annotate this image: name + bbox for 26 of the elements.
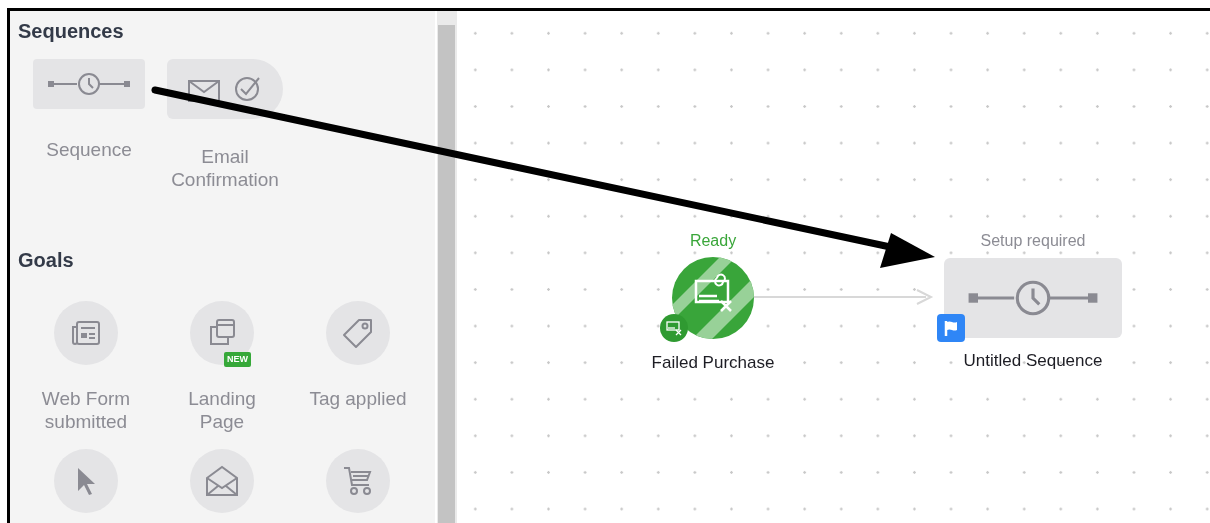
node-status: Ready — [689, 231, 737, 251]
scrollbar[interactable] — [437, 11, 457, 523]
clock-connector-icon — [47, 72, 131, 96]
sequence-tile[interactable] — [33, 59, 145, 109]
shopping-cart-icon — [342, 465, 374, 497]
item-label: Sequence — [46, 138, 132, 161]
scrollbar-thumb[interactable] — [438, 25, 455, 523]
clock-connector-icon — [967, 279, 1099, 317]
node-label: Untitled Sequence — [963, 351, 1103, 371]
cursor-icon — [75, 466, 97, 496]
item-label: Web Form submitted — [40, 387, 132, 433]
sequence-node[interactable] — [944, 258, 1122, 338]
item-label: Landing Page — [187, 387, 257, 433]
tag-icon — [341, 316, 375, 350]
form-icon — [71, 319, 101, 347]
item-label: Tag applied — [309, 387, 407, 410]
node-label: Failed Purchase — [651, 353, 775, 373]
section-heading: Goals — [18, 248, 75, 273]
new-badge: NEW — [224, 352, 251, 367]
stacked-windows-icon — [208, 318, 236, 348]
credit-card-icon — [694, 273, 733, 313]
card-error-icon — [660, 314, 688, 342]
section-heading: Sequences — [18, 19, 125, 44]
item-label: Email Confirmation — [170, 145, 280, 191]
node-status: Setup required — [980, 231, 1086, 251]
open-envelope-icon — [205, 465, 239, 497]
